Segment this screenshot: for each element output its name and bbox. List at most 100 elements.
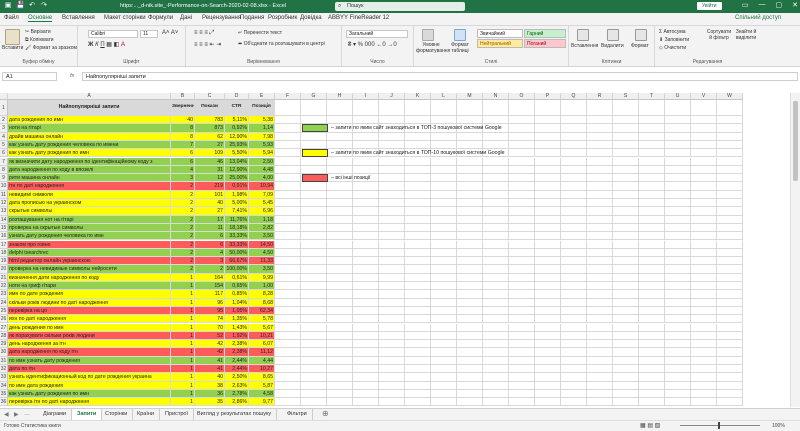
value-cell[interactable]: 5,94 — [249, 149, 275, 158]
empty-cell[interactable] — [483, 381, 509, 390]
empty-cell[interactable] — [301, 381, 327, 390]
empty-cell[interactable] — [353, 331, 379, 341]
empty-cell[interactable] — [613, 290, 639, 299]
empty-cell[interactable] — [457, 116, 483, 125]
empty-cell[interactable] — [275, 365, 301, 374]
empty-cell[interactable] — [483, 398, 509, 407]
empty-cell[interactable] — [561, 298, 587, 307]
empty-cell[interactable] — [665, 306, 691, 316]
value-cell[interactable]: 52 — [195, 331, 225, 341]
value-cell[interactable]: 2,44% — [225, 356, 249, 365]
value-cell[interactable]: 62 — [195, 132, 225, 141]
style-good[interactable]: Гарний — [524, 29, 566, 38]
empty-cell[interactable] — [613, 199, 639, 208]
empty-cell[interactable] — [301, 273, 327, 282]
empty-cell[interactable] — [613, 157, 639, 166]
value-cell[interactable]: 5,11% — [225, 116, 249, 125]
value-cell[interactable]: 2,78% — [225, 389, 249, 399]
empty-cell[interactable] — [431, 116, 457, 125]
query-cell[interactable]: по имн дата рождения — [8, 381, 171, 390]
font-format-buttons[interactable]: Ж К П ▦ ◧ A — [88, 41, 125, 48]
style-neutral[interactable]: Нейтральний — [477, 39, 523, 48]
value-cell[interactable]: 12,90% — [225, 132, 249, 141]
ribbon-tab[interactable]: Дані — [180, 15, 192, 21]
empty-cell[interactable] — [535, 124, 561, 133]
value-cell[interactable]: 8 — [171, 124, 195, 133]
empty-cell[interactable] — [665, 240, 691, 249]
empty-cell[interactable] — [327, 257, 353, 266]
value-cell[interactable]: 9,77 — [249, 398, 275, 407]
row-header[interactable]: 6 — [0, 149, 8, 158]
empty-cell[interactable] — [327, 389, 353, 399]
more-sheets-icon[interactable]: … — [24, 411, 30, 417]
value-cell[interactable]: 3,50 — [249, 265, 275, 274]
ribbon-tab[interactable]: Рецензування — [202, 15, 241, 21]
empty-cell[interactable] — [301, 315, 327, 324]
value-cell[interactable]: 7,98 — [249, 132, 275, 141]
empty-cell[interactable] — [405, 140, 431, 150]
redo-icon[interactable]: ↷ — [40, 2, 48, 10]
empty-cell[interactable] — [691, 356, 717, 365]
value-cell[interactable]: 219 — [195, 182, 225, 191]
query-cell[interactable]: delphi tsearchrec — [8, 248, 171, 258]
empty-cell[interactable] — [561, 348, 587, 357]
empty-cell[interactable] — [405, 323, 431, 332]
empty-cell[interactable] — [431, 273, 457, 282]
empty-cell[interactable] — [691, 182, 717, 191]
row-header[interactable]: 28 — [0, 331, 8, 341]
empty-cell[interactable] — [535, 290, 561, 299]
empty-cell[interactable] — [275, 389, 301, 399]
empty-cell[interactable] — [587, 232, 613, 241]
empty-cell[interactable] — [613, 331, 639, 341]
empty-cell[interactable] — [691, 306, 717, 316]
empty-cell[interactable] — [587, 331, 613, 341]
empty-cell[interactable] — [639, 356, 665, 365]
empty-cell[interactable] — [353, 365, 379, 374]
value-cell[interactable]: 11 — [195, 223, 225, 233]
query-cell[interactable]: рити машина онлайн — [8, 174, 171, 183]
empty-cell[interactable] — [405, 381, 431, 390]
empty-cell[interactable] — [379, 265, 405, 274]
empty-cell[interactable] — [431, 282, 457, 291]
table-header-cell[interactable]: Покази — [195, 100, 225, 116]
empty-cell[interactable] — [275, 323, 301, 332]
empty-cell[interactable] — [431, 257, 457, 266]
empty-cell[interactable] — [431, 182, 457, 191]
empty-cell[interactable] — [717, 265, 743, 274]
row-header[interactable]: 2 — [0, 116, 8, 125]
value-cell[interactable]: 18,18% — [225, 223, 249, 233]
value-cell[interactable]: 2,50 — [249, 157, 275, 166]
empty-cell[interactable] — [613, 265, 639, 274]
empty-cell[interactable] — [379, 174, 405, 183]
empty-cell[interactable] — [691, 248, 717, 258]
empty-cell[interactable] — [431, 323, 457, 332]
empty-cell[interactable] — [639, 323, 665, 332]
empty-cell[interactable] — [717, 298, 743, 307]
query-cell[interactable]: дата народження по коду в впозелі — [8, 165, 171, 175]
empty-cell[interactable] — [587, 157, 613, 166]
empty-cell[interactable] — [587, 100, 613, 116]
empty-cell[interactable] — [353, 116, 379, 125]
empty-cell[interactable] — [457, 182, 483, 191]
query-cell[interactable]: дата по ітн — [8, 365, 171, 374]
value-cell[interactable]: 33,33% — [225, 232, 249, 241]
empty-cell[interactable] — [457, 381, 483, 390]
empty-cell[interactable] — [561, 315, 587, 324]
empty-cell[interactable] — [535, 165, 561, 175]
empty-cell[interactable] — [717, 140, 743, 150]
empty-cell[interactable] — [717, 389, 743, 399]
empty-cell[interactable] — [405, 157, 431, 166]
empty-cell[interactable] — [717, 100, 743, 116]
empty-cell[interactable] — [405, 190, 431, 199]
value-cell[interactable]: 0,61% — [225, 273, 249, 282]
empty-cell[interactable] — [509, 248, 535, 258]
ribbon-tab[interactable]: ABBYY FineReader 12 — [328, 15, 389, 21]
empty-cell[interactable] — [457, 265, 483, 274]
empty-cell[interactable] — [509, 165, 535, 175]
empty-cell[interactable] — [717, 165, 743, 175]
empty-cell[interactable] — [717, 365, 743, 374]
value-cell[interactable]: 4,00 — [249, 174, 275, 183]
empty-cell[interactable] — [301, 282, 327, 291]
empty-cell[interactable] — [535, 315, 561, 324]
empty-cell[interactable] — [483, 298, 509, 307]
